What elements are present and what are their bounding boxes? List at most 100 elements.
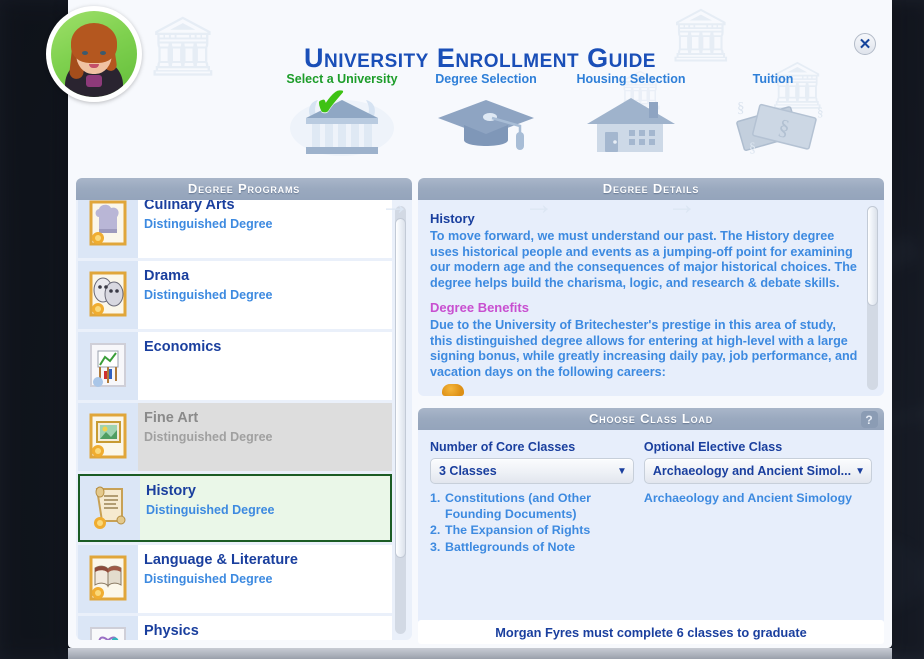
degree-list-item-culinary-arts[interactable]: Culinary Arts Distinguished Degree [78,200,392,258]
open-book-diploma-icon [78,545,138,613]
degree-programs-panel: Degree Programs Culinary Arts Distinguish… [76,178,412,640]
atom-diploma-icon [78,616,138,640]
degree-benefits-text: Due to the University of Britechester's … [430,318,858,379]
degree-list-scroll[interactable]: Culinary Arts Distinguished Degree Drama Di… [76,200,394,640]
scroll-diploma-icon [80,476,140,540]
degree-item-text: Fine Art Distinguished Degree [138,403,273,445]
svg-text:§: § [817,104,824,119]
core-classes-column: Number of Core Classes 3 Classes ▼ 1. Con… [430,440,634,556]
elective-class-dropdown[interactable]: Archaeology and Ancient Simol... ▼ [643,458,872,484]
money-bills-icon: § § § § [693,94,853,156]
right-column: Degree Details History To move forward, … [418,178,884,626]
choose-class-load-header: Choose Class Load ? [418,408,884,430]
step-label: Housing Selection [576,72,686,86]
degree-item-text: Culinary Arts Distinguished Degree [138,200,273,232]
core-class-number: 3. [430,539,441,554]
graduation-requirement-text: Morgan Fyres must complete 6 classes to … [495,624,807,640]
svg-text:§: § [749,141,756,156]
step-complete-check-icon: ✔ [315,82,347,124]
step-select-a-university[interactable]: Select a University ✔ [262,72,422,156]
choose-class-load-body: Number of Core Classes 3 Classes ▼ 1. Con… [418,430,884,626]
degree-item-subtitle: Distinguished Degree [144,288,273,302]
degree-item-name: Economics [144,339,222,355]
arrow-icon-2: → [524,188,554,221]
core-classes-dropdown[interactable]: 3 Classes ▼ [430,458,634,484]
framed-painting-diploma-icon [78,403,138,471]
dialog-bottom-strip [68,648,892,659]
degree-item-subtitle: Distinguished Degree [144,217,273,231]
degree-item-text: Economics [138,332,221,356]
step-tuition[interactable]: Tuition § § § § [693,72,853,156]
arrow-icon-1: → [380,188,410,221]
chevron-down-icon: ▼ [855,465,865,477]
required-classes-count: 6 [676,624,684,640]
degree-details-description: To move forward, we must understand our … [430,229,857,290]
elective-class-label: Optional Elective Class [643,440,783,454]
step-degree-selection[interactable]: Degree Selection [406,72,566,156]
core-class-number: 2. [430,523,441,537]
screen: 🏛 🏛 🏛 🏛 University Enrollment Guide ✕ Se… [0,0,924,659]
core-class-name: The Expansion of Rights [445,523,591,537]
step-label: Degree Selection [435,72,537,86]
degree-programs-list: Culinary Arts Distinguished Degree Drama Di… [76,200,412,640]
degree-details-scrollbar-thumb[interactable] [867,206,878,306]
degree-list-item-language-literature[interactable]: Language & Literature Distinguished Degre… [78,545,392,613]
close-icon: ✕ [858,36,872,53]
core-class-row: 3. Battlegrounds of Note [430,540,634,556]
degree-list-item-physics[interactable]: Physics [78,616,392,640]
page-title: University Enrollment Guide [304,43,656,73]
degree-details-scrollbar-track[interactable] [867,206,878,390]
elective-class-column: Optional Elective Class Archaeology and … [643,440,872,556]
degree-list-item-drama[interactable]: Drama Distinguished Degree [78,261,392,329]
degree-item-subtitle: Distinguished Degree [144,430,273,444]
degree-item-name: History [146,483,196,499]
degree-list-item-economics[interactable]: Economics [78,332,392,400]
degree-item-name: Physics [144,623,199,639]
degree-list-item-fine-art[interactable]: Fine Art Distinguished Degree [78,403,392,471]
degree-item-name: Culinary Arts [144,200,235,213]
chevron-down-icon: ▼ [617,465,627,477]
svg-text:§: § [737,100,745,116]
degree-details-panel: Degree Details History To move forward, … [418,178,884,396]
core-class-list: 1. Constitutions (and Other Founding Docu… [430,491,634,555]
degree-item-text: History Distinguished Degree [140,476,275,518]
degree-list-scrollbar-thumb[interactable] [395,218,406,558]
step-housing-selection[interactable]: Housing Selection [551,72,711,156]
enrollment-stepper: Select a University ✔ → Degree Selection… [148,72,888,220]
help-icon[interactable]: ? [861,411,878,428]
degree-item-subtitle: Distinguished Degree [144,572,273,586]
degree-item-name: Language & Literature [144,552,298,568]
choose-class-load-header-label: Choose Class Load [588,411,714,426]
chef-hat-diploma-icon [78,200,138,258]
degree-programs-header: Degree Programs [76,178,412,200]
university-building-icon: ✔ [262,84,422,156]
degree-list-scrollbar-track[interactable] [395,206,406,634]
graduation-cap-icon [406,94,566,156]
degree-details-header: Degree Details [418,178,884,200]
sim-portrait-image [51,11,137,97]
core-class-name: Battlegrounds of Note [445,539,576,554]
core-class-number: 1. [430,491,441,505]
degree-item-subtitle: Distinguished Degree [146,503,275,517]
core-classes-label: Number of Core Classes [430,440,576,454]
core-class-row: 1. Constitutions (and Other Founding Docu… [430,491,634,522]
easel-chart-diploma-icon [78,332,138,400]
elective-selected-name: Archaeology and Ancient Simology [643,491,853,505]
core-classes-value: 3 Classes [439,464,497,478]
graduation-requirement-bar: Morgan Fyres must complete 6 classes to … [418,620,884,644]
choose-class-load-panel: Choose Class Load ? Number of Core Class… [418,408,884,626]
theater-masks-diploma-icon [78,261,138,329]
arrow-icon-3: → [667,188,697,221]
house-icon [551,94,711,156]
degree-item-text: Physics [138,616,199,640]
avatar[interactable] [46,6,142,102]
degree-details-body: History To move forward, we must underst… [418,200,884,396]
enrollment-dialog: 🏛 🏛 🏛 🏛 University Enrollment Guide ✕ Se… [68,0,892,648]
degree-item-text: Drama Distinguished Degree [138,261,273,303]
degree-item-name: Fine Art [144,410,199,426]
elective-class-value: Archaeology and Ancient Simol... [652,464,852,478]
degree-list-item-history[interactable]: History Distinguished Degree [78,474,392,542]
close-button[interactable]: ✕ [854,33,876,55]
degree-benefits-heading: Degree Benefits [430,300,529,315]
degree-item-name: Drama [144,268,190,284]
